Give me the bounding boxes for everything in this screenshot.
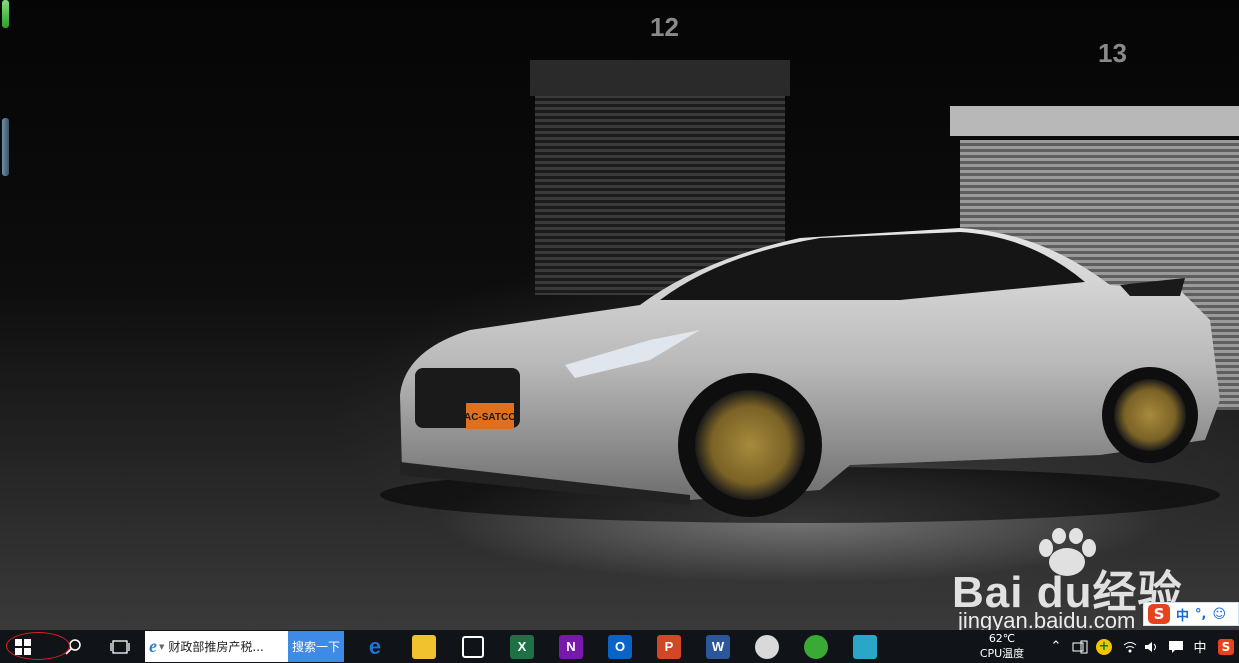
taskbar-app-onenote[interactable]: N (556, 630, 586, 663)
volume-icon[interactable] (1142, 630, 1162, 663)
input-language-indicator[interactable]: 中 (1190, 630, 1210, 663)
taskbar-app-photo-viewer[interactable] (850, 630, 880, 663)
powerpoint-icon: P (657, 634, 681, 659)
excel-icon: X (510, 634, 534, 659)
taskbar-app-file-explorer[interactable] (409, 630, 439, 663)
smiley-icon[interactable]: ☺ (1212, 607, 1226, 622)
gadget-handle-middle[interactable] (2, 118, 9, 176)
taskbar-app-store[interactable] (458, 630, 488, 663)
ime-floating-bar[interactable]: S 中 °, ☺ (1143, 602, 1239, 626)
dropdown-arrow-icon[interactable]: ▼ (159, 643, 164, 651)
360-browser-icon (804, 634, 828, 659)
ime-mode-toggle[interactable]: 中 (1176, 605, 1189, 624)
sogou-ime-icon[interactable]: S (1148, 604, 1170, 624)
gadget-handle-top[interactable] (2, 0, 9, 28)
device-icon[interactable] (1070, 630, 1090, 663)
file-explorer-icon (412, 634, 436, 659)
chevron-up-icon[interactable]: ⌃ (1048, 630, 1064, 663)
ime-punctuation-toggle[interactable]: °, (1195, 607, 1206, 622)
taskbar-app-word[interactable]: W (703, 630, 733, 663)
wifi-icon[interactable] (1120, 630, 1140, 663)
task-view-button[interactable] (104, 630, 136, 663)
task-view-icon (110, 639, 130, 654)
ie-icon: e (149, 636, 157, 656)
photo-viewer-icon (853, 634, 877, 659)
cpu-temp-label: CPU温度 (979, 647, 1025, 660)
search-submit-button[interactable]: 搜索一下 (288, 631, 344, 662)
word-icon: W (706, 634, 730, 659)
paint-icon (755, 634, 779, 659)
license-plate-text: AC-SATCO (464, 412, 516, 423)
search-box-text[interactable]: 财政部推房产税... (168, 638, 263, 655)
taskbar-app-powerpoint[interactable]: P (654, 630, 684, 663)
taskbar-app-paint[interactable] (752, 630, 782, 663)
start-highlight-circle (6, 632, 70, 660)
taskbar-app-360-browser[interactable] (801, 630, 831, 663)
onenote-icon: N (559, 634, 583, 659)
news-search-box[interactable]: e ▼ 财政部推房产税... (145, 631, 288, 662)
cpu-temp-value: 62℃ (988, 632, 1016, 645)
edge-icon: e (368, 633, 382, 659)
store-icon (462, 635, 484, 658)
taskbar-app-outlook[interactable]: O (605, 630, 635, 663)
notification-icon[interactable] (1166, 630, 1186, 663)
outlook-icon: O (608, 634, 632, 659)
sogou-tray-icon[interactable]: S (1216, 630, 1236, 663)
cpu-temperature-widget[interactable]: 62℃ CPU温度 (966, 631, 1038, 661)
security-shield-icon[interactable]: + (1094, 630, 1114, 663)
taskbar-app-edge[interactable]: e (360, 630, 390, 663)
taskbar-app-excel[interactable]: X (507, 630, 537, 663)
